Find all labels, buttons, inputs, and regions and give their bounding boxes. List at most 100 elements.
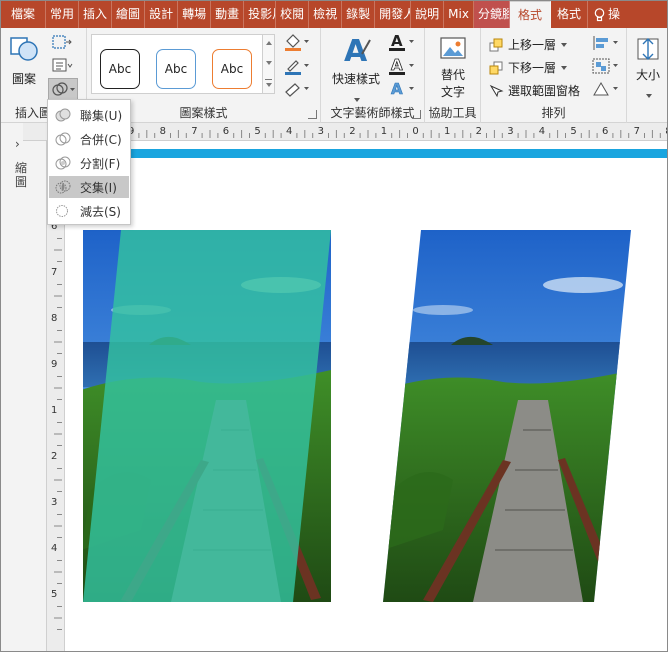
tab-format-shape[interactable]: 格式 [551, 1, 588, 28]
menu-item-subtract-label: 減去(S) [80, 204, 121, 219]
tab-design[interactable]: 設計 [145, 1, 179, 28]
intersect-icon [55, 180, 71, 194]
rotate-button[interactable] [591, 80, 621, 102]
expand-pane-chevron-icon[interactable]: › [15, 137, 20, 151]
menu-item-fragment-label: 分割(F) [80, 156, 121, 171]
menu-item-fragment[interactable]: 分割(F) [49, 152, 129, 174]
ruler-number: 6 [602, 126, 609, 137]
ruler-number: 4 [538, 126, 546, 137]
text-box-icon [52, 58, 73, 72]
menu-item-intersect[interactable]: 交集(I) [49, 176, 129, 198]
shape-style-blue[interactable]: Abc [156, 49, 196, 89]
edit-shape-icon [52, 35, 72, 49]
slide-artwork [81, 230, 633, 602]
svg-text:A: A [391, 80, 403, 98]
tab-help[interactable]: 說明 [411, 1, 445, 28]
shapes-button[interactable]: 圖案 [7, 34, 41, 94]
fragment-icon [55, 156, 71, 170]
powerpoint-window: 檔案 常用 插入 繪圖 設計 轉場 動畫 投影片 校閱 檢視 錄製 開發人員 說… [0, 0, 668, 652]
ruler-number: 3 [317, 126, 324, 137]
shape-style-orange[interactable]: Abc [212, 49, 252, 89]
ruler-number: 2 [349, 126, 356, 137]
ruler-number: 3 [507, 126, 514, 137]
tab-file[interactable]: 檔案 [1, 1, 47, 28]
align-button[interactable] [591, 34, 621, 56]
alt-text-line1: 替代 [440, 68, 465, 82]
right-picture-intersect[interactable] [383, 230, 633, 602]
ruler-number: 0 [412, 126, 419, 137]
left-picture[interactable] [81, 230, 331, 602]
group-objects-button[interactable] [591, 57, 621, 79]
menu-item-intersect-label: 交集(I) [80, 180, 117, 195]
shape-fill-button[interactable] [283, 32, 309, 56]
ruler-number: 1 [444, 126, 451, 137]
send-backward-label: 下移一層 [508, 61, 557, 75]
tab-slideshow[interactable]: 投影片 [244, 1, 277, 28]
wordart-launcher[interactable] [412, 110, 421, 119]
menu-item-union-label: 聯集(U) [80, 108, 123, 123]
lightbulb-icon [594, 7, 605, 21]
gallery-scroll[interactable] [262, 35, 274, 93]
quick-styles-button[interactable]: A 快速樣式 [331, 34, 381, 106]
group-accessibility: 替代 文字 協助工具 [425, 28, 481, 123]
slide-canvas [65, 141, 667, 651]
tab-transitions[interactable]: 轉場 [178, 1, 212, 28]
size-icon [637, 38, 659, 60]
menu-item-combine[interactable]: 合併(C) [49, 128, 129, 150]
shape-style-gallery: Abc Abc Abc [91, 34, 275, 94]
send-backward-icon [489, 61, 503, 74]
text-outline-button[interactable]: A [387, 56, 417, 80]
text-fill-button[interactable]: A [387, 32, 417, 56]
menu-item-subtract[interactable]: 減去(S) [49, 200, 129, 222]
tab-insert[interactable]: 插入 [79, 1, 113, 28]
tab-format-picture[interactable]: 格式 [509, 1, 551, 28]
tell-me-box[interactable]: 操 [588, 1, 620, 28]
alt-text-button[interactable]: 替代 文字 [435, 36, 471, 100]
svg-text:A: A [391, 56, 403, 74]
wordart-a-icon: A [344, 34, 371, 69]
text-box-button[interactable] [51, 57, 73, 77]
thumbnail-pane-label[interactable]: 縮圖 [15, 161, 29, 189]
tab-view[interactable]: 檢視 [309, 1, 343, 28]
selection-pane-button[interactable]: 選取範圍窗格 [489, 82, 580, 99]
tab-animations[interactable]: 動畫 [211, 1, 245, 28]
group-label-wordart: 文字藝術師樣式 [330, 106, 415, 120]
tab-draw[interactable]: 繪圖 [112, 1, 146, 28]
bring-forward-icon [489, 38, 503, 51]
edit-shape-button[interactable] [51, 34, 73, 54]
tab-mix[interactable]: Mix [444, 1, 474, 28]
tab-review[interactable]: 校閱 [276, 1, 310, 28]
ruler-number: 5 [254, 126, 261, 137]
merge-shapes-button[interactable] [48, 78, 78, 100]
text-effects-icon: A [391, 80, 414, 98]
tab-developer[interactable]: 開發人員 [375, 1, 412, 28]
group-wordart: A 快速樣式 A A A 文字藝術師樣式 [321, 28, 425, 123]
ruler-number: 2 [475, 126, 482, 137]
tab-record[interactable]: 錄製 [342, 1, 376, 28]
shapes-button-label: 圖案 [11, 72, 36, 86]
alt-text-line2: 文字 [440, 85, 465, 99]
group-arrange: 上移一層 下移一層 選取範圍窗格 排列 [481, 28, 627, 123]
size-button[interactable]: 大小 [633, 36, 663, 102]
bring-forward-button[interactable]: 上移一層 [489, 36, 568, 53]
text-effects-button[interactable]: A [387, 80, 417, 102]
teal-parallelogram-overlay[interactable] [83, 230, 331, 602]
menu-item-union[interactable]: 聯集(U) [49, 104, 129, 126]
ruler-number: 4 [286, 126, 293, 137]
ruler-number: 3 [51, 497, 58, 508]
group-label-arrange: 排列 [541, 106, 566, 120]
send-backward-button[interactable]: 下移一層 [489, 59, 568, 76]
selection-pane-icon [489, 84, 504, 97]
shape-styles-launcher[interactable] [308, 110, 317, 119]
tab-storyboard[interactable]: 分鏡腳本 [473, 1, 510, 28]
tab-home[interactable]: 常用 [46, 1, 80, 28]
size-label: 大小 [635, 68, 660, 82]
menu-item-combine-label: 合併(C) [80, 132, 122, 147]
shape-effects-button[interactable] [283, 80, 309, 102]
shape-outline-button[interactable] [283, 56, 309, 80]
ruler-number: 2 [51, 451, 58, 462]
bring-forward-label: 上移一層 [508, 38, 557, 52]
ruler-number: 9 [51, 359, 58, 370]
shape-style-black[interactable]: Abc [100, 49, 140, 89]
ruler-number: 1 [380, 126, 388, 137]
